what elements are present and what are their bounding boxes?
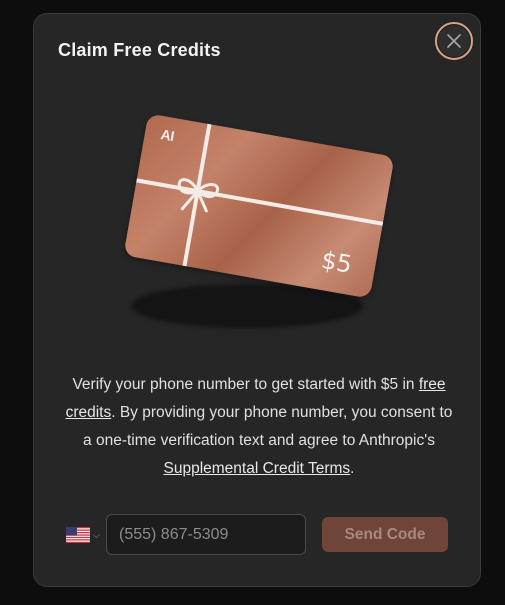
bow-icon bbox=[177, 178, 220, 213]
gift-card: AI $5 bbox=[123, 113, 395, 299]
supplemental-terms-link[interactable]: Supplemental Credit Terms bbox=[164, 460, 351, 477]
send-code-button[interactable]: Send Code bbox=[322, 517, 448, 552]
desc-part3: . bbox=[350, 460, 355, 477]
claim-credits-modal: Claim Free Credits AI $5 Verify your pho… bbox=[33, 13, 481, 587]
phone-input[interactable] bbox=[106, 514, 306, 555]
chevron-down-icon: ⌵ bbox=[93, 529, 100, 540]
close-button[interactable] bbox=[435, 22, 473, 60]
anthropic-logo: AI bbox=[159, 126, 176, 145]
desc-part2: . By providing your phone number, you co… bbox=[83, 404, 453, 449]
desc-part1: Verify your phone number to get started … bbox=[72, 376, 419, 393]
card-amount: $5 bbox=[319, 245, 355, 279]
description-text: Verify your phone number to get started … bbox=[64, 371, 454, 483]
country-select[interactable]: ⌵ bbox=[66, 527, 100, 543]
modal-title: Claim Free Credits bbox=[58, 40, 221, 60]
gift-card-illustration: AI $5 bbox=[34, 94, 482, 344]
us-flag-icon bbox=[66, 527, 90, 543]
close-icon bbox=[447, 34, 461, 48]
